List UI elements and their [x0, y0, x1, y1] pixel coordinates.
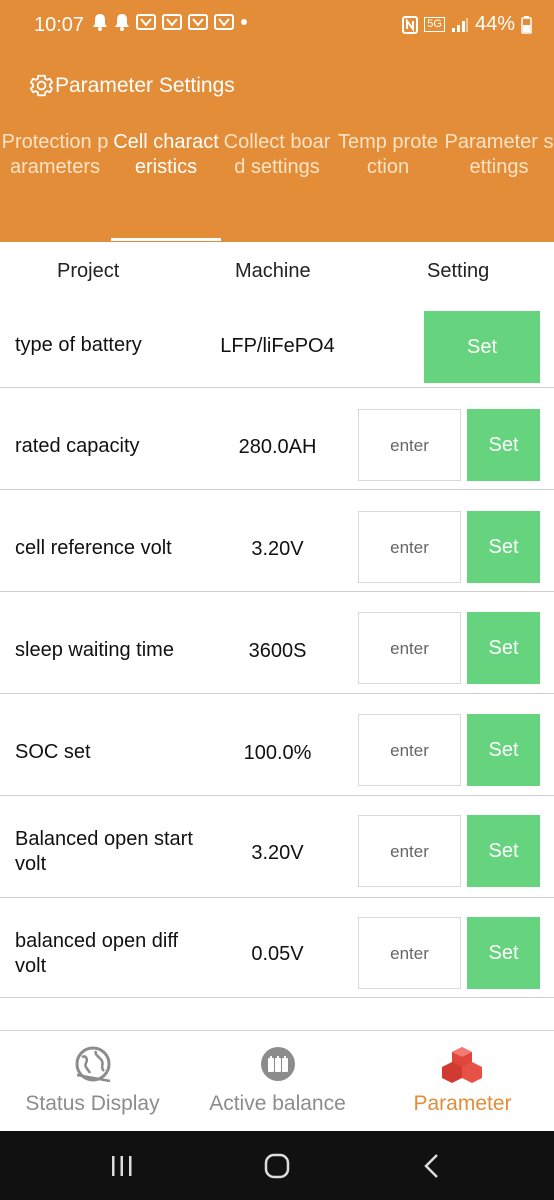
- status-time: 10:07: [34, 14, 85, 36]
- table-row: rated capacity 280.0AH enter Set: [0, 388, 554, 490]
- nfc-icon: [402, 15, 419, 34]
- enter-input[interactable]: enter: [358, 409, 461, 481]
- header-title-row: Parameter Settings: [28, 72, 235, 99]
- nav-status-display[interactable]: Status Display: [0, 1031, 185, 1131]
- page-title: Parameter Settings: [55, 73, 235, 97]
- battery-percent: 44%: [474, 13, 515, 35]
- dot-icon: [241, 19, 247, 25]
- cubes-icon: [442, 1047, 482, 1083]
- nav-active-balance[interactable]: Active balance: [185, 1031, 370, 1131]
- tab-parameter-settings[interactable]: Parameter settings: [444, 130, 554, 180]
- app-notification-icon: [188, 14, 208, 30]
- tab-collect-board-settings[interactable]: Collect board settings: [222, 130, 332, 180]
- enter-input[interactable]: enter: [358, 917, 461, 989]
- set-button[interactable]: Set: [467, 409, 540, 481]
- row-label: rated capacity: [15, 435, 140, 457]
- table-row: cell reference volt 3.20V enter Set: [0, 490, 554, 592]
- row-value: 3.20V: [251, 538, 304, 560]
- set-button[interactable]: Set: [467, 511, 540, 583]
- system-navigation-bar: [0, 1131, 554, 1200]
- set-button[interactable]: Set: [467, 714, 540, 786]
- set-button[interactable]: Set: [467, 815, 540, 887]
- gear-icon: [29, 74, 54, 97]
- app-notification-icon: [136, 14, 156, 30]
- table-row: balanced open diff volt 0.05V enter Set: [0, 896, 554, 998]
- enter-input[interactable]: enter: [358, 511, 461, 583]
- tab-bar: Protection parameters Cell characteristi…: [0, 130, 554, 242]
- table-row: sleep waiting time 3600S enter Set: [0, 592, 554, 694]
- bell-icon: [93, 14, 107, 31]
- app-notification-icon: [214, 14, 234, 30]
- column-header-project: Project: [57, 260, 120, 282]
- back-icon[interactable]: [422, 1153, 442, 1179]
- tab-protection-parameters[interactable]: Protection parameters: [0, 130, 110, 180]
- row-label: cell reference volt: [15, 537, 172, 559]
- tab-cell-characteristics[interactable]: Cell characteristics: [111, 130, 221, 180]
- active-tab-indicator: [111, 238, 221, 241]
- row-value: 100.0%: [243, 742, 312, 764]
- battery-icon: [521, 15, 532, 34]
- enter-input[interactable]: enter: [358, 612, 461, 684]
- app-header: Parameter Settings Protection parameters…: [0, 42, 554, 242]
- table-header: Project Machine Setting: [0, 242, 554, 304]
- status-bar: 10:07 5G 44%: [0, 0, 554, 42]
- table-row: type of battery LFP/liFePO4 Set: [0, 304, 554, 388]
- row-label: sleep waiting time: [15, 639, 174, 661]
- enter-input[interactable]: enter: [358, 714, 461, 786]
- row-value: 280.0AH: [238, 436, 317, 458]
- recent-apps-icon[interactable]: [110, 1154, 134, 1178]
- globe-icon: [75, 1046, 111, 1083]
- set-button[interactable]: Set: [467, 917, 540, 989]
- set-button[interactable]: Set: [467, 612, 540, 684]
- column-header-machine: Machine: [235, 260, 311, 282]
- nav-parameter[interactable]: Parameter: [370, 1031, 554, 1131]
- row-label: type of battery: [15, 334, 142, 356]
- balance-icon: [261, 1047, 295, 1081]
- tab-temp-protection[interactable]: Temp protection: [333, 130, 443, 180]
- bell-icon: [115, 14, 129, 31]
- network-type: 5G: [424, 17, 445, 32]
- enter-input[interactable]: enter: [358, 815, 461, 887]
- notification-icons: [92, 13, 248, 31]
- row-value: LFP/liFePO4: [220, 335, 335, 357]
- app-notification-icon: [162, 14, 182, 30]
- nav-label: Active balance: [209, 1092, 346, 1115]
- bottom-navigation: Status Display Active balance Parameter: [0, 1030, 554, 1131]
- set-button[interactable]: Set: [424, 311, 540, 383]
- home-icon[interactable]: [264, 1153, 290, 1179]
- nav-label: Parameter: [413, 1092, 512, 1115]
- signal-icon: [451, 17, 468, 32]
- nav-label: Status Display: [25, 1092, 160, 1115]
- table-row: SOC set 100.0% enter Set: [0, 694, 554, 796]
- row-value: 0.05V: [251, 943, 304, 965]
- row-label: SOC set: [15, 741, 91, 763]
- row-label: balanced open diff volt: [15, 930, 179, 977]
- status-right: 5G 44%: [402, 13, 532, 36]
- column-header-setting: Setting: [427, 260, 490, 282]
- row-label: Balanced open start volt: [15, 828, 193, 875]
- row-value: 3.20V: [251, 842, 304, 864]
- table-row: Balanced open start volt 3.20V enter Set: [0, 796, 554, 898]
- row-value: 3600S: [248, 640, 307, 662]
